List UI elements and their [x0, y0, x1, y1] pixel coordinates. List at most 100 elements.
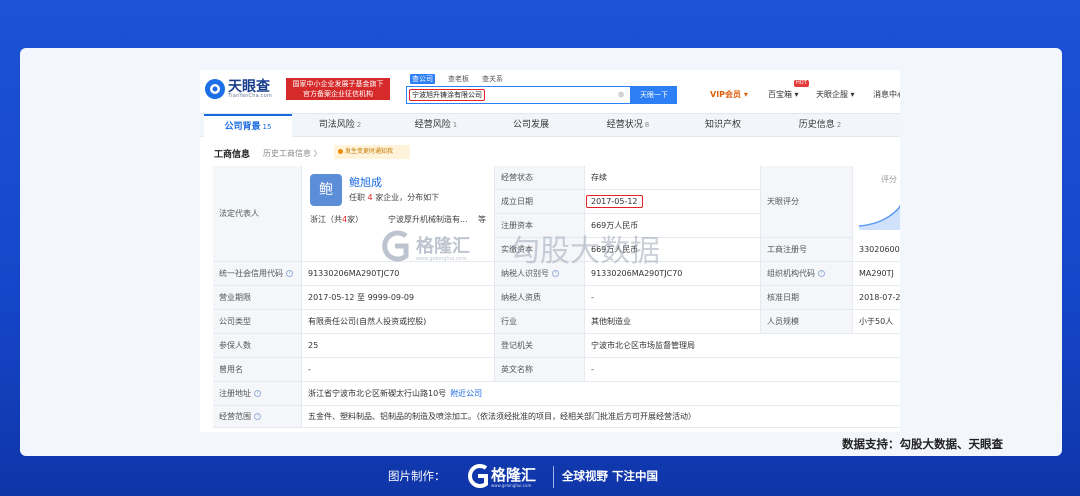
value-text: MA290TJ [859, 269, 894, 278]
approve-date-label: 核准日期 [761, 286, 853, 310]
legal-rep-company-link[interactable]: 宁波厚升机械制造有... [388, 214, 468, 225]
section-title: 工商信息 [214, 150, 251, 160]
score-label: 天眼评分 [761, 166, 853, 238]
reg-no-label: 工商注册号 [761, 238, 853, 262]
footer-slogan: 全球视野 下注中国 [562, 469, 659, 483]
help-icon[interactable]: ? [254, 413, 261, 420]
label-text: 人员规模 [767, 317, 799, 326]
history-business-link[interactable]: 历史工商信息 〉 [263, 148, 322, 159]
tab-search-relation[interactable]: 查关系 [480, 74, 505, 84]
approve-date-value: 2018-07-2 [853, 286, 900, 310]
label-text: 营业期限 [219, 293, 251, 302]
treasure-box-menu[interactable]: 百宝箱 ▾ [768, 86, 799, 104]
search-input[interactable]: 宁波旭升铸涂有限公司 ⊗ [406, 86, 631, 104]
clear-icon[interactable]: ⊗ [616, 90, 626, 100]
tianyancha-logo[interactable]: 天眼查 TianYanCha.com [204, 76, 284, 104]
address-value: 浙江省宁波市北仑区新碶太行山路10号 附近公司 [302, 382, 900, 406]
score-title: 评分 [881, 175, 897, 184]
label-text: 英文名称 [501, 365, 533, 374]
value-text: - [591, 293, 594, 302]
gelonghui-footer-icon [468, 464, 488, 488]
english-name-label: 英文名称 [495, 358, 585, 382]
official-badge[interactable]: 国家中小企业发展子基金旗下 官方备案企业征信机构 [286, 78, 390, 100]
value-text: - [591, 365, 594, 374]
help-icon[interactable]: ? [818, 270, 825, 277]
tab-label: 经营状况 [606, 120, 643, 130]
tab-operating-risk[interactable]: 经营风险 1 [388, 114, 484, 137]
notify-change-button[interactable]: 发生变更时通知我 [334, 145, 410, 159]
enterprise-service-menu[interactable]: 天眼企服 ▾ [816, 86, 855, 104]
tab-search-boss[interactable]: 查老板 [446, 74, 471, 84]
watermark-brand-sub: www.gelonghui.com [416, 256, 467, 262]
bell-icon [338, 149, 343, 154]
english-name-value: - [585, 358, 900, 382]
org-code-label: 组织机构代码? [761, 262, 853, 286]
footer-brand-sub: www.gelonghui.com [491, 483, 532, 488]
footer-divider [553, 466, 554, 488]
positions-prefix: 任职 [349, 193, 365, 202]
nearby-companies-link[interactable]: 附近公司 [450, 388, 482, 399]
label-text: 统一社会信用代码 [219, 269, 283, 278]
term-label: 营业期限 [213, 286, 302, 310]
notify-label: 发生变更时通知我 [345, 148, 394, 155]
tab-label: 知识产权 [704, 120, 741, 130]
label-text: 法定代表人 [219, 209, 259, 218]
label-text: 工商注册号 [767, 245, 807, 254]
search-button[interactable]: 天眼一下 [631, 86, 677, 104]
tab-company-background[interactable]: 公司背景 15 [204, 114, 292, 137]
data-brand-watermark: 勾股大数据 [510, 234, 660, 269]
label-text: 核准日期 [767, 293, 799, 302]
reg-no-value: 330206000 [853, 238, 900, 262]
label-text: 参保人数 [219, 341, 251, 350]
value-text: 25 [308, 341, 319, 350]
value-text: 其他制造业 [591, 317, 631, 326]
region-prefix: 浙江（共 [310, 215, 342, 224]
vip-menu[interactable]: VIP会员 ▾ [710, 86, 748, 104]
scope-value: 五金件、塑料制品、铝制品的制造及喷涂加工。（依法须经批准的项目，经相关部门批准后… [302, 406, 900, 428]
tab-judicial-risk[interactable]: 司法风险 2 [292, 114, 388, 137]
status-value: 存续 [585, 166, 761, 190]
tab-intellectual-property[interactable]: 知识产权 [676, 114, 772, 137]
help-icon[interactable]: ? [286, 270, 293, 277]
established-label: 成立日期 [495, 190, 585, 214]
label-text: 曾用名 [219, 365, 243, 374]
tab-count: 2 [836, 121, 842, 129]
business-info-table: 法定代表人 鲍 鲍旭成 任职 4 家企业，分布如下 浙江（共4家） 宁波厚升机械… [213, 166, 900, 428]
legal-rep-name[interactable]: 鲍旭成 [349, 174, 382, 190]
label-text: 登记机关 [501, 341, 533, 350]
company-tabs: 公司背景 15 司法风险 2 经营风险 1 公司发展 经营状况 8 知识产权 历史信息 2 [200, 113, 900, 137]
label-text: 组织机构代码 [767, 269, 815, 278]
value-text: 91330206MA290TJC70 [308, 269, 400, 278]
search-query-text: 宁波旭升铸涂有限公司 [409, 89, 485, 101]
legal-rep-positions: 任职 4 家企业，分布如下 [349, 192, 439, 203]
avatar[interactable]: 鲍 [310, 174, 342, 206]
authority-label: 登记机关 [495, 334, 585, 358]
established-date-highlight: 2017-05-12 [586, 195, 643, 208]
tab-operating-status[interactable]: 经营状况 8 [580, 114, 676, 137]
label-text: 注册地址 [219, 389, 251, 398]
footer-brand: 格隆汇 [491, 466, 537, 484]
value-text: 存续 [591, 173, 607, 182]
footer-label: 图片制作： [388, 469, 446, 483]
message-center-link[interactable]: 消息中心 [873, 86, 900, 104]
watermark-brand: 格隆汇 [416, 236, 470, 257]
gelonghui-logo-icon [382, 230, 409, 262]
former-name-value: - [302, 358, 495, 382]
label-text: 成立日期 [501, 197, 533, 206]
help-icon[interactable]: ? [254, 390, 261, 397]
tab-company-development[interactable]: 公司发展 [484, 114, 580, 137]
help-icon[interactable]: ? [552, 270, 559, 277]
scope-label: 经营范围? [213, 406, 302, 428]
company-type-label: 公司类型 [213, 310, 302, 334]
label-text: 公司类型 [219, 317, 251, 326]
tab-search-company[interactable]: 查公司 [410, 74, 435, 84]
industry-label: 行业 [495, 310, 585, 334]
data-source-note: 数据支持：勾股大数据、天眼查 [842, 437, 1003, 451]
score-curve-icon [859, 204, 900, 230]
tab-history-info[interactable]: 历史信息 2 [772, 114, 868, 137]
label-text: 纳税人资质 [501, 293, 541, 302]
tab-label: 经营风险 [414, 120, 451, 130]
tab-count: 2 [356, 121, 362, 129]
tab-label: 司法风险 [318, 120, 355, 130]
taxpayer-qual-label: 纳税人资质 [495, 286, 585, 310]
